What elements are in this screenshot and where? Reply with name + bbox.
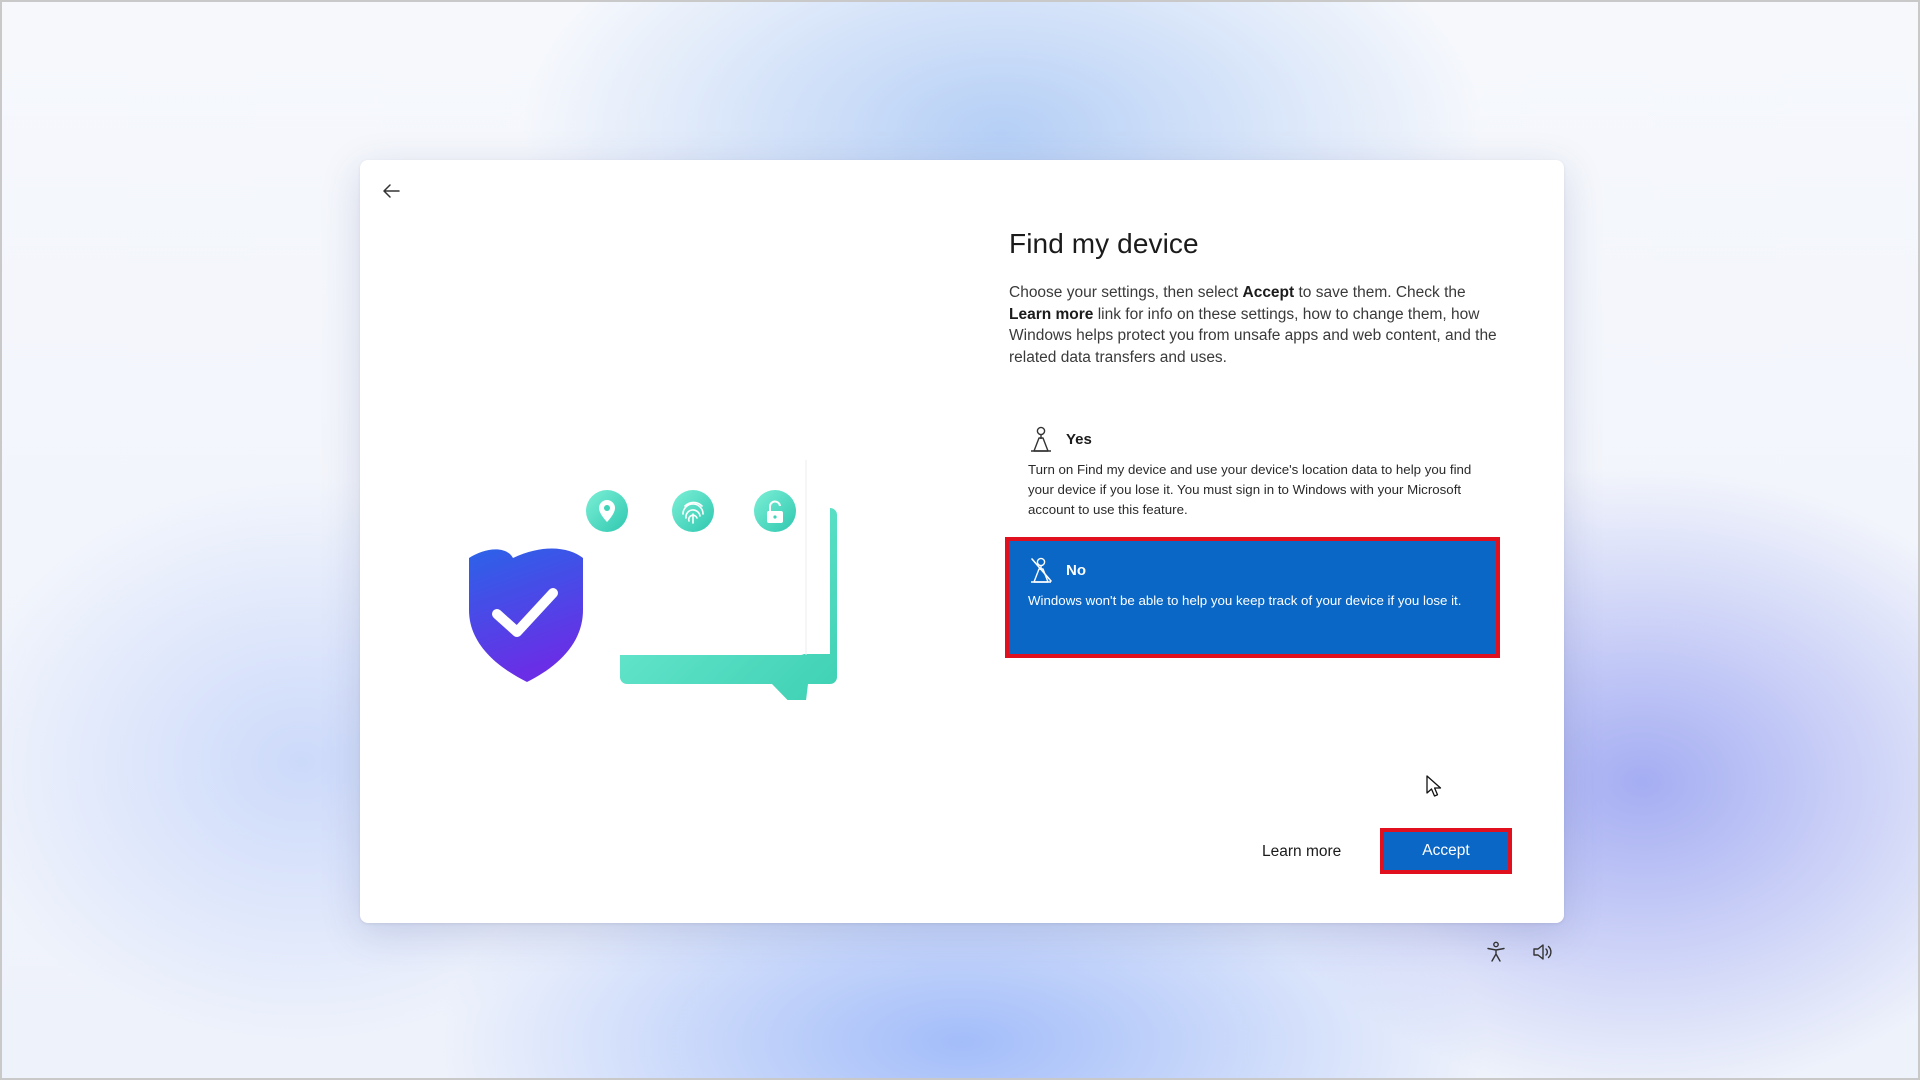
accept-button[interactable]: Accept xyxy=(1380,828,1512,874)
page-title: Find my device xyxy=(1009,228,1199,259)
mouse-cursor-icon xyxy=(1426,775,1442,797)
page-description: Choose your settings, then select Accept… xyxy=(1009,282,1499,368)
fingerprint-icon xyxy=(672,490,714,532)
option-yes-header: Yes xyxy=(1028,424,1478,454)
setup-dialog: Find my device Choose your settings, the… xyxy=(360,160,1564,923)
volume-icon xyxy=(1533,944,1552,960)
location-icon xyxy=(586,490,628,532)
accessibility-icon xyxy=(1487,941,1505,962)
description-text: Choose your settings, then select xyxy=(1009,284,1243,301)
unlock-icon xyxy=(754,490,796,532)
description-text: to save them. Check the xyxy=(1294,284,1466,301)
option-no-label: No xyxy=(1066,561,1086,579)
back-button[interactable] xyxy=(374,174,408,208)
option-yes-text: Turn on Find my device and use your devi… xyxy=(1028,462,1472,517)
description-accept-word: Accept xyxy=(1242,284,1295,301)
find-device-illustration xyxy=(469,460,837,700)
option-no-header: No xyxy=(1028,555,1478,585)
back-arrow-icon xyxy=(383,184,400,198)
person-location-icon xyxy=(1031,426,1051,452)
volume-button[interactable] xyxy=(1529,938,1557,966)
oobe-background: Find my device Choose your settings, the… xyxy=(0,0,1920,1080)
dialog-content: Find my device Choose your settings, the… xyxy=(1009,228,1499,368)
option-yes[interactable]: Yes Turn on Find my device and use your … xyxy=(1009,410,1496,526)
description-learn-more-word: Learn more xyxy=(1009,305,1094,323)
person-location-off-icon xyxy=(1031,557,1052,583)
accessibility-button[interactable] xyxy=(1482,938,1510,966)
option-no[interactable]: No Windows won't be able to help you kee… xyxy=(1005,537,1500,658)
option-yes-label: Yes xyxy=(1066,430,1092,448)
shield-check-icon xyxy=(469,548,583,682)
learn-more-link[interactable]: Learn more xyxy=(1262,843,1341,861)
option-no-text: Windows won't be able to help you keep t… xyxy=(1028,593,1462,608)
